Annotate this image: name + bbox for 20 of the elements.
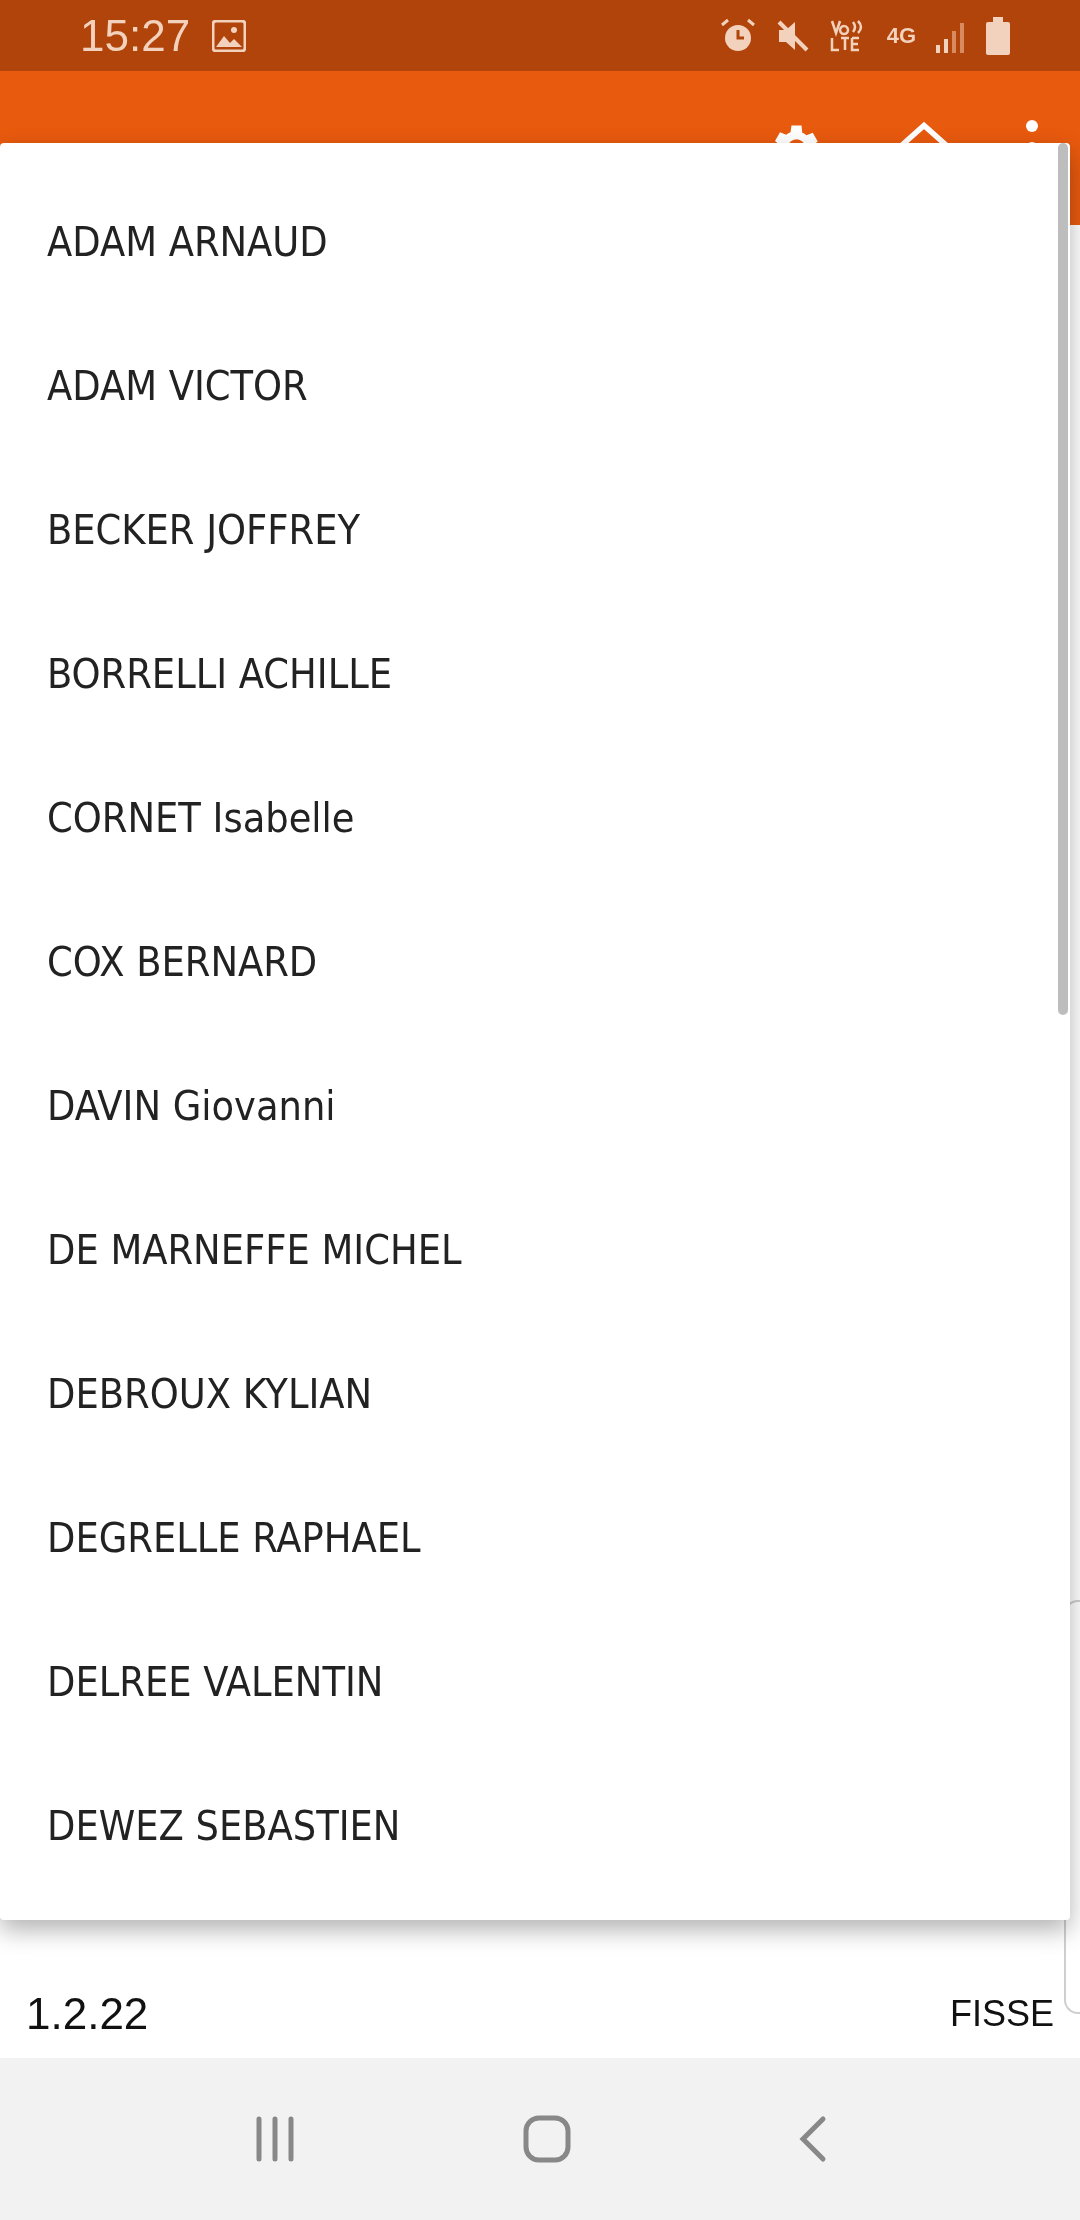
image-icon [212, 19, 247, 52]
back-icon[interactable] [797, 2115, 827, 2163]
menu-item[interactable]: DEWEZ SEBASTIEN [0, 1754, 1070, 1898]
version-label: 1.2.22 [26, 1989, 149, 2039]
home-button-icon[interactable] [523, 2115, 571, 2163]
user-label: FISSE [949, 1993, 1054, 2035]
menu-item[interactable]: CORNET Isabelle [0, 746, 1070, 890]
menu-item[interactable]: BORRELLI ACHILLE [0, 602, 1070, 746]
menu-item[interactable]: COX BERNARD [0, 890, 1070, 1034]
menu-item[interactable]: DEBROUX KYLIAN [0, 1322, 1070, 1466]
menu-item[interactable]: DEGRELLE RAPHAEL [0, 1466, 1070, 1610]
menu-item[interactable]: DE MARNEFFE MICHEL [0, 1178, 1070, 1322]
network-type: 4G [886, 24, 916, 47]
menu-item[interactable]: DAVIN Giovanni [0, 1034, 1070, 1178]
menu-item[interactable]: DELREE VALENTIN [0, 1610, 1070, 1754]
clock-time: 15:27 [80, 10, 191, 61]
menu-item[interactable]: ADAM ARNAUD [0, 170, 1070, 314]
menu-item[interactable]: ADAM VICTOR [0, 314, 1070, 458]
menu-item[interactable]: BECKER JOFFREY [0, 458, 1070, 602]
battery-icon [986, 16, 1010, 55]
